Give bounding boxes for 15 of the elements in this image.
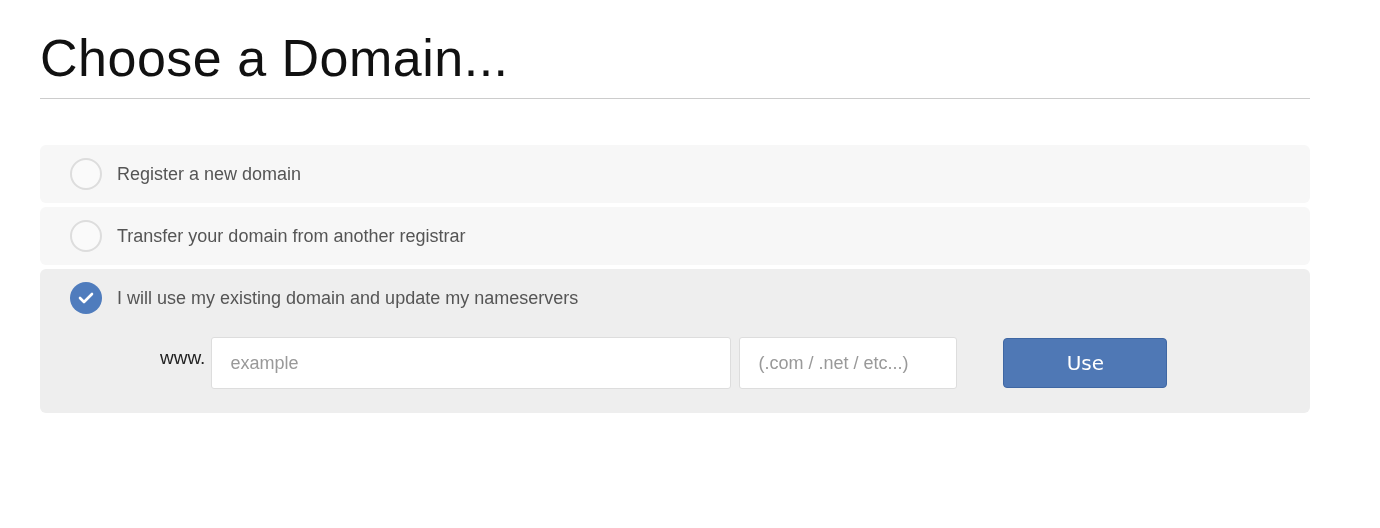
tld-field[interactable]: (.com / .net / etc...): [739, 337, 958, 389]
radio-button[interactable]: [70, 158, 102, 190]
option-label: Transfer your domain from another registrar: [117, 225, 466, 247]
domain-name-field[interactable]: example: [211, 337, 732, 389]
use-button[interactable]: Use: [1003, 338, 1168, 388]
domain-option[interactable]: Transfer your domain from another registrar: [40, 207, 1310, 265]
radio-button[interactable]: [70, 220, 102, 252]
www-prefix: www.: [160, 347, 206, 369]
domain-option[interactable]: I will use my existing domain and update my nameservers www. example (.com / .net / etc...) Use: [40, 269, 1310, 413]
checkmark-icon: [78, 292, 94, 304]
radio-button[interactable]: [70, 282, 102, 314]
page-title: Choose a Domain...: [40, 28, 510, 89]
domain-option[interactable]: Register a new domain: [40, 145, 1310, 203]
option-label: I will use my existing domain and update my nameservers: [117, 287, 579, 309]
option-label: Register a new domain: [117, 163, 302, 185]
